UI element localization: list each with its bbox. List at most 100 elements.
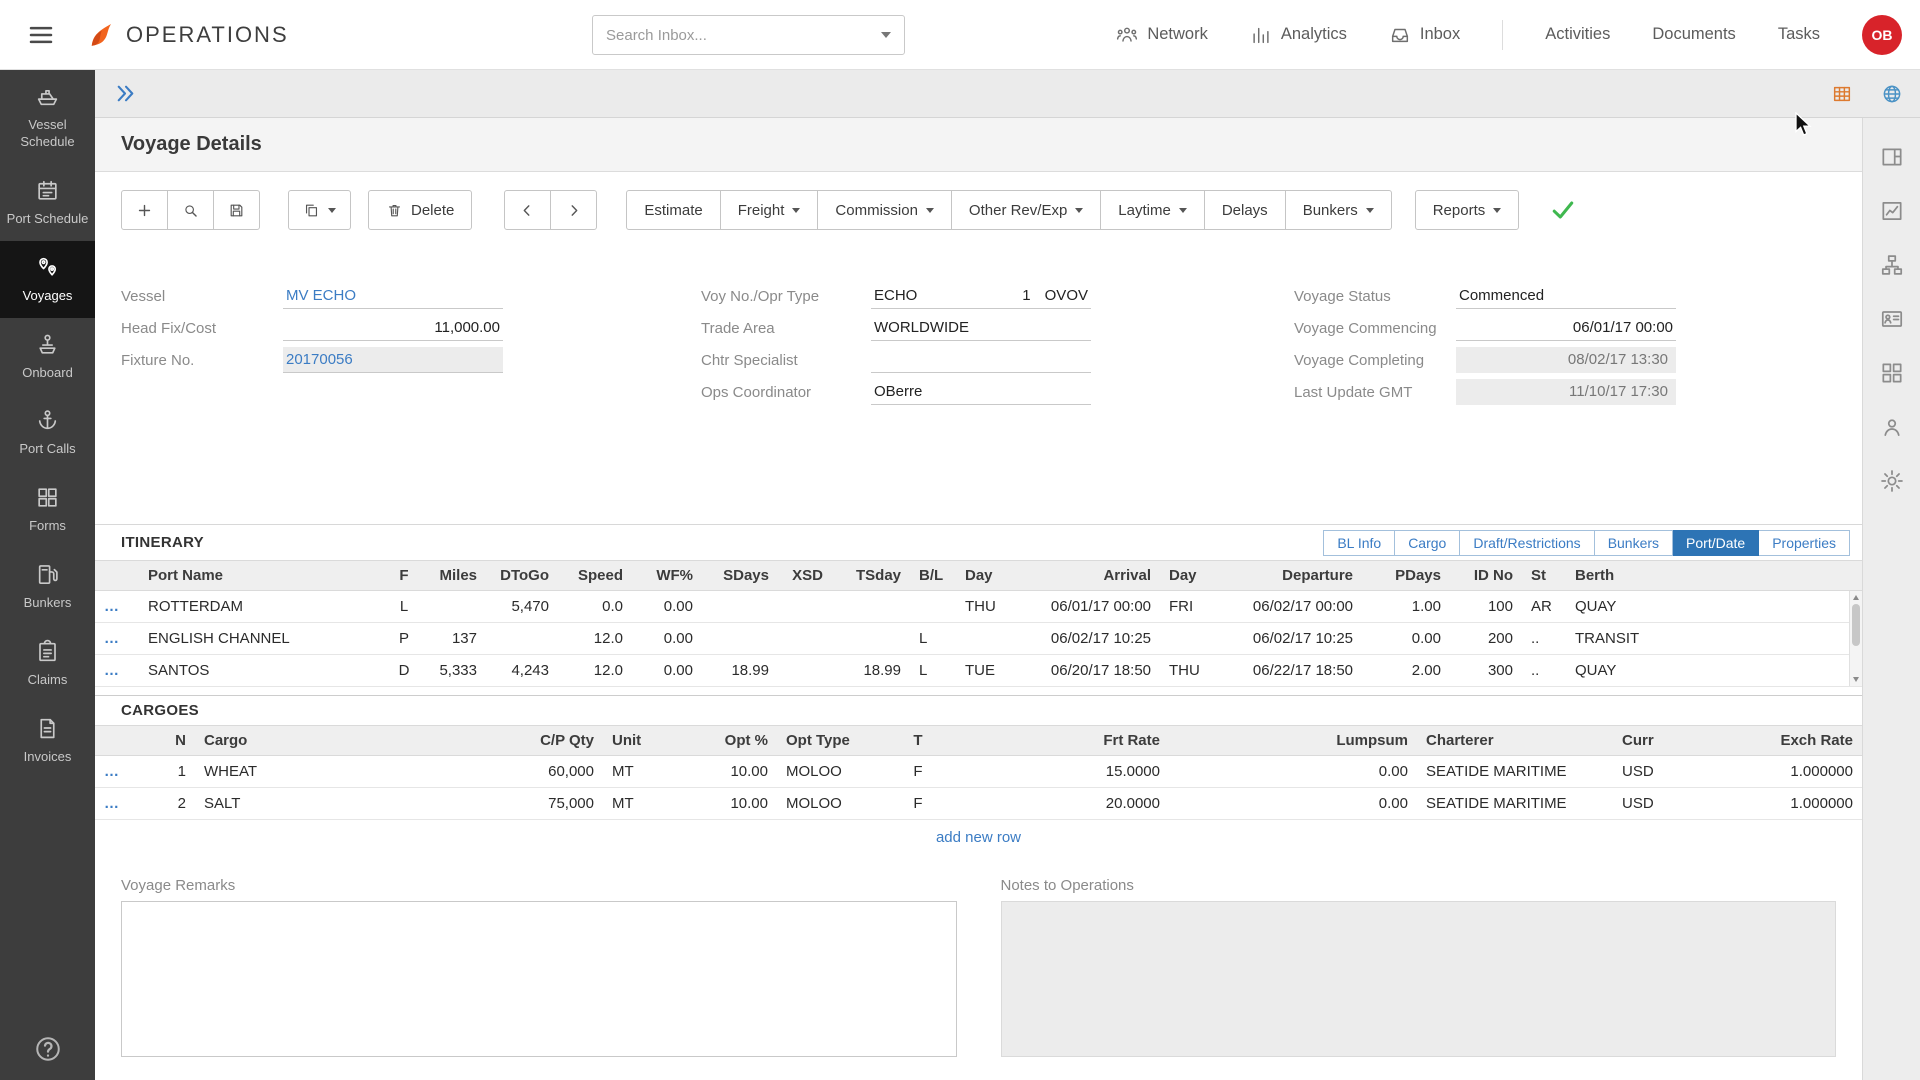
sidebar-item-voyages[interactable]: Voyages [0, 241, 95, 318]
cell-sdays[interactable]: 18.99 [702, 655, 778, 687]
globe-icon[interactable] [1881, 83, 1903, 105]
cell-bl[interactable]: L [910, 655, 956, 687]
cell-unit[interactable]: MT [603, 788, 665, 820]
cell-charterer[interactable]: SEATIDE MARITIME [1417, 756, 1613, 788]
nav-tasks[interactable]: Tasks [1778, 25, 1820, 44]
expand-panel-icon[interactable] [113, 81, 138, 106]
cell-miles[interactable] [424, 591, 486, 623]
sidebar-item-forms[interactable]: Forms [0, 471, 95, 548]
search-input[interactable] [606, 27, 873, 44]
toolbar-button-freight[interactable]: Freight [720, 190, 819, 230]
tool-hierarchy[interactable] [1878, 252, 1906, 280]
cargo-row[interactable]: … 1 WHEAT 60,000 MT 10.00 MOLOO F 15.000… [95, 756, 1862, 788]
menu-icon[interactable] [24, 20, 58, 50]
cell-wf[interactable]: 0.00 [632, 591, 702, 623]
cell-berth[interactable]: QUAY [1566, 655, 1862, 687]
cell-bl[interactable]: L [910, 623, 956, 655]
cell-tsday[interactable] [832, 591, 910, 623]
voyage-status-field[interactable]: Commenced [1456, 283, 1676, 309]
cell-idno[interactable]: 300 [1450, 655, 1522, 687]
cell-pdays[interactable]: 0.00 [1362, 623, 1450, 655]
cell-berth[interactable]: QUAY [1566, 591, 1862, 623]
cell-curr[interactable]: USD [1613, 788, 1691, 820]
cell-berth[interactable]: TRANSIT [1566, 623, 1862, 655]
chtr-specialist-field[interactable] [871, 347, 1091, 373]
cell-frt-rate[interactable]: 15.0000 [947, 756, 1169, 788]
cell-wf[interactable]: 0.00 [632, 623, 702, 655]
cargo-row[interactable]: … 2 SALT 75,000 MT 10.00 MOLOO F 20.0000… [95, 788, 1862, 820]
cell-departure[interactable]: 06/02/17 10:25 [1224, 623, 1362, 655]
cell-qty[interactable]: 60,000 [453, 756, 603, 788]
sidebar-item-bunkers[interactable]: Bunkers [0, 548, 95, 625]
ops-coordinator-field[interactable]: OBerre [871, 379, 1091, 405]
cell-opt-pct[interactable]: 10.00 [665, 756, 777, 788]
cell-cargo-name[interactable]: WHEAT [195, 756, 453, 788]
cell-sdays[interactable] [702, 623, 778, 655]
cell-arrival[interactable]: 06/20/17 18:50 [1020, 655, 1160, 687]
cell-tsday[interactable] [832, 623, 910, 655]
cell-curr[interactable]: USD [1613, 756, 1691, 788]
add-button[interactable] [121, 190, 168, 230]
cell-arrival-day[interactable]: TUE [956, 655, 1020, 687]
reports-button[interactable]: Reports [1415, 190, 1520, 230]
cell-idno[interactable]: 100 [1450, 591, 1522, 623]
table-view-icon[interactable] [1831, 83, 1853, 105]
cell-st[interactable]: .. [1522, 623, 1566, 655]
cell-f[interactable]: L [384, 591, 424, 623]
tool-gear[interactable] [1878, 468, 1906, 496]
cell-sdays[interactable] [702, 591, 778, 623]
cell-pdays[interactable]: 1.00 [1362, 591, 1450, 623]
cell-port-name[interactable]: SANTOS [139, 655, 384, 687]
cell-miles[interactable]: 137 [424, 623, 486, 655]
cell-opt-type[interactable]: MOLOO [777, 788, 889, 820]
cell-departure[interactable]: 06/02/17 00:00 [1224, 591, 1362, 623]
tab-properties[interactable]: Properties [1759, 530, 1850, 556]
toolbar-button-commission[interactable]: Commission [817, 190, 952, 230]
cell-tsday[interactable]: 18.99 [832, 655, 910, 687]
cell-arrival[interactable]: 06/02/17 10:25 [1020, 623, 1160, 655]
toolbar-button-estimate[interactable]: Estimate [626, 190, 720, 230]
cell-speed[interactable]: 12.0 [558, 655, 632, 687]
voyage-remarks-input[interactable] [121, 901, 957, 1057]
cell-st[interactable]: AR [1522, 591, 1566, 623]
cell-bl[interactable] [910, 591, 956, 623]
save-button[interactable] [213, 190, 260, 230]
voyno-opr-type-field[interactable]: ECHO 1 OVOV [871, 283, 1091, 309]
cell-xsd[interactable] [778, 623, 832, 655]
tool-contact-card[interactable] [1878, 306, 1906, 334]
sidebar-item-onboard[interactable]: Onboard [0, 318, 95, 395]
cell-arrival[interactable]: 06/01/17 00:00 [1020, 591, 1160, 623]
itinerary-row[interactable]: … SANTOS D 5,333 4,243 12.0 0.00 18.99 1… [95, 655, 1862, 687]
toolbar-button-delays[interactable]: Delays [1204, 190, 1286, 230]
toolbar-button-other-rev-exp[interactable]: Other Rev/Exp [951, 190, 1101, 230]
cell-dtogo[interactable]: 5,470 [486, 591, 558, 623]
cell-f[interactable]: D [384, 655, 424, 687]
tool-person-badge[interactable] [1878, 414, 1906, 442]
search-record-button[interactable] [167, 190, 214, 230]
cell-idno[interactable]: 200 [1450, 623, 1522, 655]
itinerary-row[interactable]: … ENGLISH CHANNEL P 137 12.0 0.00 L 06/0… [95, 623, 1862, 655]
nav-analytics[interactable]: Analytics [1250, 24, 1347, 46]
toolbar-button-laytime[interactable]: Laytime [1100, 190, 1205, 230]
cell-speed[interactable]: 12.0 [558, 623, 632, 655]
avatar[interactable]: OB [1862, 15, 1902, 55]
search-caret-icon[interactable] [881, 32, 891, 38]
search-inbox-box[interactable] [592, 15, 905, 55]
itinerary-row[interactable]: … ROTTERDAM L 5,470 0.0 0.00 THU 06/01/1… [95, 591, 1862, 623]
tool-panel[interactable] [1878, 144, 1906, 172]
tab-bl-info[interactable]: BL Info [1323, 530, 1395, 556]
scrollbar[interactable] [1849, 591, 1862, 686]
voyage-commencing-field[interactable]: 06/01/17 00:00 [1456, 315, 1676, 341]
add-new-row-link[interactable]: add new row [95, 820, 1862, 855]
cell-departure[interactable]: 06/22/17 18:50 [1224, 655, 1362, 687]
cell-n[interactable]: 2 [139, 788, 195, 820]
trade-area-field[interactable]: WORLDWIDE [871, 315, 1091, 341]
fixture-no-field[interactable]: 20170056 [283, 347, 503, 373]
tool-grid-tiles[interactable] [1878, 360, 1906, 388]
prev-record-button[interactable] [504, 190, 551, 230]
next-record-button[interactable] [550, 190, 597, 230]
cell-cargo-name[interactable]: SALT [195, 788, 453, 820]
cell-miles[interactable]: 5,333 [424, 655, 486, 687]
cell-departure-day[interactable]: FRI [1160, 591, 1224, 623]
delete-button[interactable]: Delete [368, 190, 472, 230]
